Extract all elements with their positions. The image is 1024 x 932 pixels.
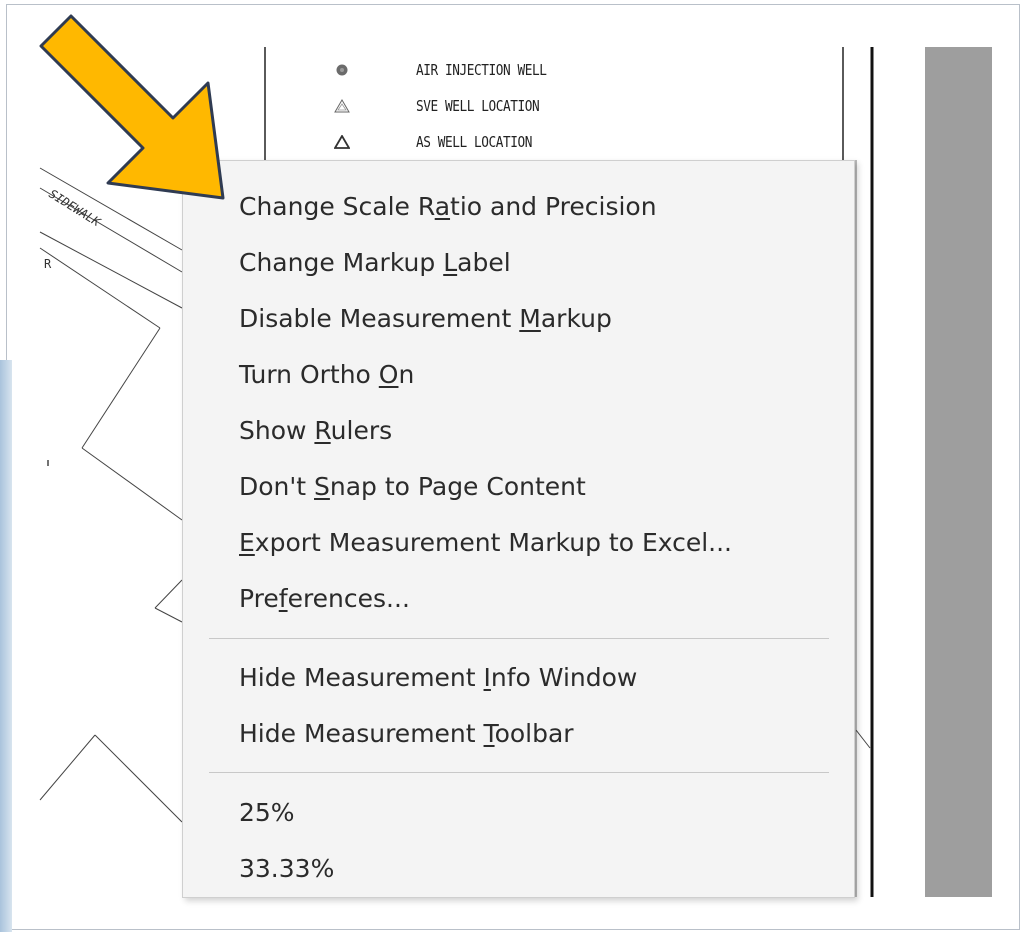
- side-panel: [925, 47, 992, 897]
- menu-separator: [209, 638, 829, 639]
- menu-item-text: abel: [457, 248, 511, 277]
- context-menu: Change Scale Ratio and Precision Change …: [182, 160, 855, 898]
- menu-item-text: 33.33%: [239, 854, 335, 883]
- menu-item-text: xport Measurement Markup to Excel...: [254, 528, 733, 557]
- triangle-outline-icon: [330, 96, 354, 116]
- menu-item-turn-ortho-on[interactable]: Turn Ortho On: [183, 351, 854, 399]
- menu-item-access-key: I: [483, 663, 491, 692]
- legend-row: AS WELL LOCATION: [330, 124, 590, 160]
- menu-item-text: Pre: [239, 584, 279, 613]
- menu-item-access-key: S: [314, 472, 330, 501]
- menu-item-disable-measurement-markup[interactable]: Disable Measurement Markup: [183, 295, 854, 343]
- menu-item-text: arkup: [540, 304, 612, 333]
- menu-item-text: Change Markup: [239, 248, 444, 277]
- legend-label: SVE WELL LOCATION: [416, 97, 540, 115]
- well-legend: AIR INJECTION WELL SVE WELL LOCATION AS …: [330, 52, 590, 160]
- callout-arrow-icon: [39, 14, 225, 200]
- menu-item-text: Disable Measurement: [239, 304, 520, 333]
- legend-row: SVE WELL LOCATION: [330, 88, 590, 124]
- callout-arrow-shape: [39, 14, 225, 200]
- menu-item-change-markup-label[interactable]: Change Markup Label: [183, 239, 854, 287]
- menu-item-access-key: R: [314, 416, 331, 445]
- legend-label: AIR INJECTION WELL: [416, 61, 547, 79]
- menu-item-text: tio and Precision: [450, 192, 657, 221]
- menu-item-text: oolbar: [494, 719, 574, 748]
- menu-item-text: Don't: [239, 472, 315, 501]
- menu-item-zoom-25[interactable]: 25%: [183, 789, 854, 837]
- menu-item-access-key: M: [519, 304, 541, 333]
- menu-item-text: Change Scale R: [239, 192, 435, 221]
- menu-item-preferences[interactable]: Preferences...: [183, 575, 854, 623]
- menu-item-access-key: a: [434, 192, 451, 221]
- menu-item-text: nfo Window: [490, 663, 638, 692]
- menu-item-hide-toolbar[interactable]: Hide Measurement Toolbar: [183, 710, 854, 758]
- menu-item-dont-snap[interactable]: Don't Snap to Page Content: [183, 463, 854, 511]
- menu-item-change-scale-ratio[interactable]: Change Scale Ratio and Precision: [183, 183, 854, 231]
- menu-item-text: Hide Measurement: [239, 719, 484, 748]
- menu-item-text: nap to Page Content: [329, 472, 586, 501]
- menu-item-text: erences...: [287, 584, 410, 613]
- menu-item-access-key: E: [239, 528, 255, 557]
- triangle-outline-bold-icon: [330, 132, 354, 152]
- menu-item-access-key: O: [378, 360, 399, 389]
- legend-row: AIR INJECTION WELL: [330, 52, 590, 88]
- menu-item-text: n: [398, 360, 415, 389]
- menu-item-zoom-33[interactable]: 33.33%: [183, 845, 854, 893]
- menu-item-text: Hide Measurement: [239, 663, 484, 692]
- legend-label: AS WELL LOCATION: [416, 133, 533, 151]
- menu-item-access-key: f: [278, 584, 288, 613]
- menu-item-access-key: T: [483, 719, 495, 748]
- drawing-edge-letter: R: [44, 257, 52, 271]
- menu-item-access-key: L: [443, 248, 458, 277]
- menu-item-export-to-excel[interactable]: Export Measurement Markup to Excel...: [183, 519, 854, 567]
- menu-item-text: ulers: [330, 416, 393, 445]
- menu-separator: [209, 772, 829, 773]
- menu-item-text: 25%: [239, 798, 295, 827]
- menu-item-text: Show: [239, 416, 315, 445]
- menu-item-hide-info-window[interactable]: Hide Measurement Info Window: [183, 654, 854, 702]
- menu-item-show-rulers[interactable]: Show Rulers: [183, 407, 854, 455]
- menu-item-text: Turn Ortho: [239, 360, 379, 389]
- filled-circle-icon: [330, 60, 354, 80]
